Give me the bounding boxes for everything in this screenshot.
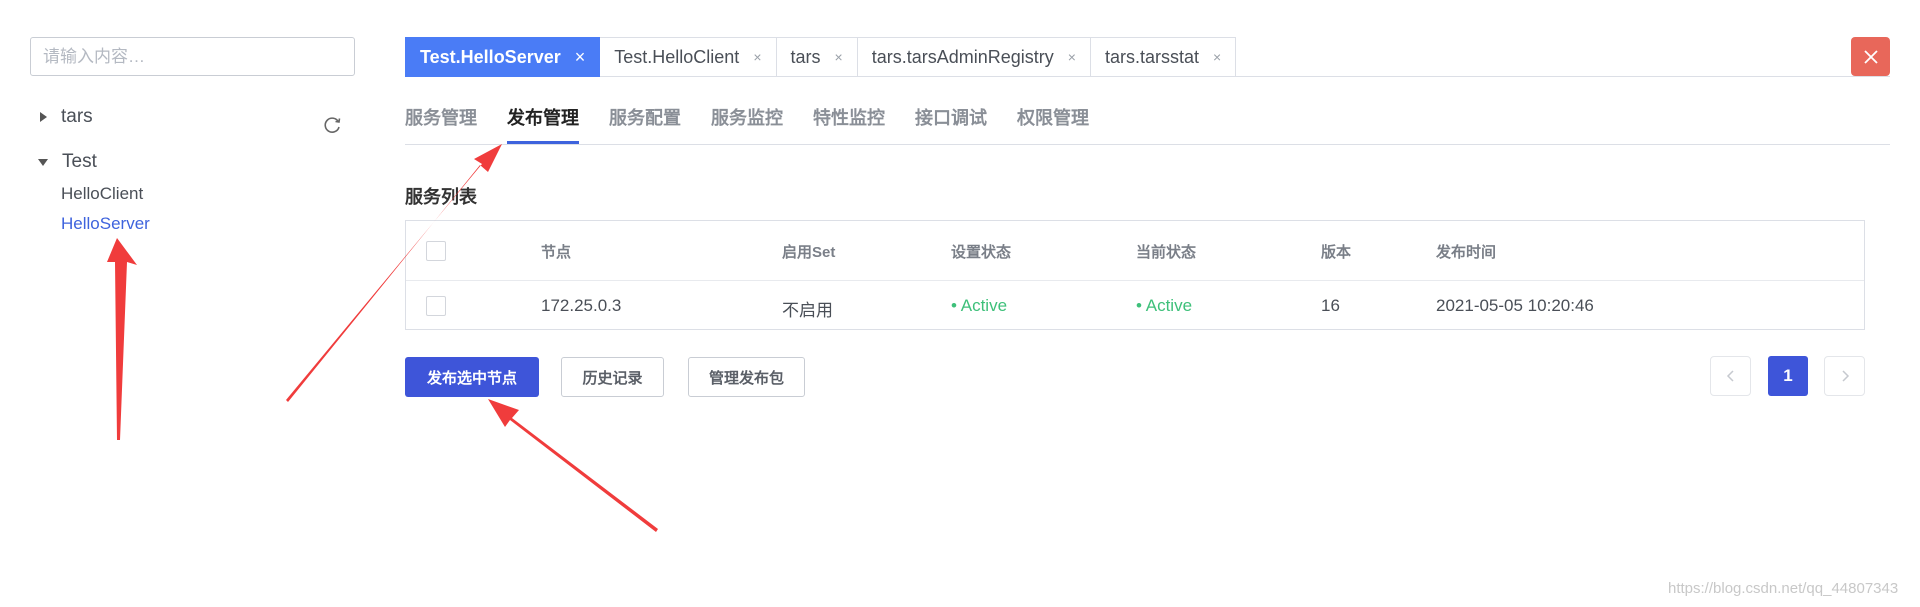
column-header: 节点 <box>541 244 572 261</box>
annotation-arrow <box>107 238 137 440</box>
triangle-right-icon <box>40 112 47 122</box>
cell-node: 172.25.0.3 <box>541 296 622 315</box>
sub-navigation: 服务管理 发布管理 服务配置 服务监控 特性监控 接口调试 权限管理 <box>405 104 1119 144</box>
triangle-down-icon <box>38 158 48 166</box>
cell-version: 16 <box>1321 296 1340 315</box>
prev-page-button[interactable] <box>1710 356 1751 396</box>
service-table: 节点 启用Set 设置状态 当前状态 版本 发布时间 172.25.0.3 不启… <box>405 220 1865 330</box>
column-header: 发布时间 <box>1436 244 1497 261</box>
manage-packages-button[interactable]: 管理发布包 <box>688 357 805 397</box>
tree-node-label: tars <box>61 106 93 127</box>
select-all-checkbox[interactable] <box>426 241 446 261</box>
close-icon <box>1863 49 1878 64</box>
tab-label: tars <box>790 46 821 67</box>
subnav-divider <box>405 144 1890 145</box>
tab-label: Test.HelloClient <box>614 46 740 67</box>
chevron-right-icon <box>1841 370 1849 382</box>
section-title: 服务列表 <box>405 187 477 207</box>
subnav-interface-debug[interactable]: 接口调试 <box>915 104 987 144</box>
subnav-feature-monitor[interactable]: 特性监控 <box>813 104 885 144</box>
close-icon[interactable]: × <box>575 47 586 68</box>
table-header: 节点 启用Set 设置状态 当前状态 版本 发布时间 <box>406 221 1864 281</box>
next-page-button[interactable] <box>1824 356 1865 396</box>
column-header: 设置状态 <box>951 244 1012 261</box>
tree-node-tars[interactable]: tars <box>40 106 93 128</box>
tab-test-helloclient[interactable]: Test.HelloClient × <box>600 37 777 77</box>
tree-node-label: Test <box>62 151 97 172</box>
tab-bar-divider <box>998 76 1890 77</box>
subnav-service-management[interactable]: 服务管理 <box>405 104 477 144</box>
column-header: 版本 <box>1321 244 1352 261</box>
tab-test-helloserver[interactable]: Test.HelloServer × <box>405 37 601 77</box>
tab-label: Test.HelloServer <box>420 46 561 67</box>
search-input[interactable] <box>30 37 355 76</box>
tab-tars[interactable]: tars × <box>776 37 858 77</box>
cell-publish-time: 2021-05-05 10:20:46 <box>1436 296 1594 315</box>
refresh-icon[interactable] <box>321 114 343 136</box>
column-header: 当前状态 <box>1136 244 1197 261</box>
subnav-service-config[interactable]: 服务配置 <box>609 104 681 144</box>
close-all-tabs-button[interactable] <box>1851 37 1890 76</box>
tab-bar: Test.HelloServer × Test.HelloClient × ta… <box>405 37 1237 77</box>
table-row[interactable]: 172.25.0.3 不启用 • Active • Active 16 2021… <box>406 281 1864 331</box>
tab-label: tars.tarsstat <box>1104 46 1199 67</box>
tree-leaf-helloclient[interactable]: HelloClient <box>61 184 143 204</box>
tab-label: tars.tarsAdminRegistry <box>871 46 1054 67</box>
subnav-publish-management[interactable]: 发布管理 <box>507 104 579 144</box>
cell-setting-status: • Active <box>951 296 1008 315</box>
cell-enable-set: 不启用 <box>782 301 833 320</box>
close-icon[interactable]: × <box>835 49 843 65</box>
tree-leaf-helloserver[interactable]: HelloServer <box>61 214 150 234</box>
tab-tars-tarsstat[interactable]: tars.tarsstat × <box>1090 37 1237 77</box>
close-icon[interactable]: × <box>1213 49 1221 65</box>
row-checkbox[interactable] <box>426 296 446 316</box>
close-icon[interactable]: × <box>1068 49 1076 65</box>
cell-current-status: • Active <box>1136 296 1193 315</box>
tab-tars-admin-registry[interactable]: tars.tarsAdminRegistry × <box>857 37 1091 77</box>
tree-node-test[interactable]: Test <box>38 151 97 173</box>
chevron-left-icon <box>1726 370 1734 382</box>
subnav-permission-management[interactable]: 权限管理 <box>1017 104 1089 144</box>
subnav-service-monitor[interactable]: 服务监控 <box>711 104 783 144</box>
column-header: 启用Set <box>782 244 836 261</box>
close-icon[interactable]: × <box>753 49 761 65</box>
annotation-arrow <box>488 399 658 532</box>
publish-selected-button[interactable]: 发布选中节点 <box>405 357 539 397</box>
page-number[interactable]: 1 <box>1768 356 1808 396</box>
watermark: https://blog.csdn.net/qq_44807343 <box>1668 580 1899 597</box>
history-button[interactable]: 历史记录 <box>561 357 664 397</box>
